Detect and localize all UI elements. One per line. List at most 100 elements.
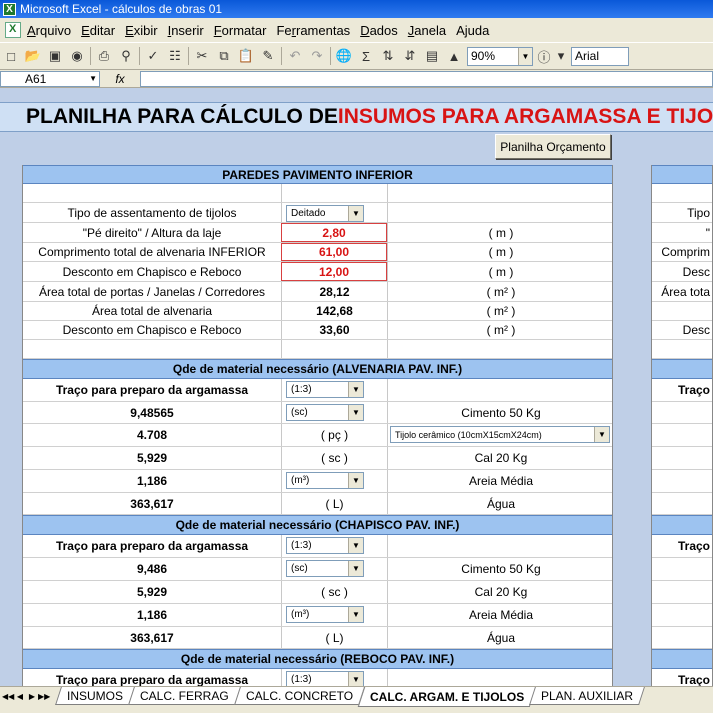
row-label[interactable]: Área total de alvenaria: [23, 302, 281, 320]
row-label[interactable]: Traço: [678, 669, 710, 686]
material-label[interactable]: Água: [387, 627, 614, 648]
tab-insumos[interactable]: INSUMOS: [55, 687, 135, 705]
menu-ferramentas[interactable]: Ferramentas: [276, 23, 358, 38]
menu-formatar[interactable]: Formatar: [214, 23, 275, 38]
row-label[interactable]: Desc: [683, 262, 710, 281]
value-cell[interactable]: 363,617: [23, 493, 281, 514]
material-label[interactable]: Areia Média: [387, 470, 614, 492]
cut-icon[interactable]: ✂: [191, 45, 213, 67]
copy-icon[interactable]: ⧉: [213, 45, 235, 67]
chevron-down-icon[interactable]: ▼: [594, 427, 609, 442]
tab-calc-argam-tijolos[interactable]: CALC. ARGAM. E TIJOLOS: [357, 687, 537, 707]
material-label[interactable]: Cal 20 Kg: [387, 581, 614, 603]
permission-icon[interactable]: ◉: [66, 45, 88, 67]
workbook-icon[interactable]: [5, 22, 21, 38]
unit-cell[interactable]: ( L): [281, 493, 387, 514]
chevron-down-icon[interactable]: ▼: [518, 47, 532, 65]
font-select[interactable]: Arial: [571, 46, 629, 66]
cell[interactable]: [387, 184, 614, 202]
cell[interactable]: (1:3) ▼: [281, 669, 387, 686]
chevron-down-icon[interactable]: ▼: [348, 206, 363, 221]
value-cell[interactable]: 5,929: [23, 447, 281, 469]
tab-calc-concreto[interactable]: CALC. CONCRETO: [233, 687, 365, 705]
prev-sheet-icon[interactable]: ◀: [14, 692, 26, 701]
unit-cell[interactable]: ( m² ): [387, 282, 614, 301]
fx-icon[interactable]: fx: [100, 72, 140, 86]
cell[interactable]: (m³) ▼: [281, 470, 387, 492]
input-cell[interactable]: 12,00: [281, 262, 387, 281]
cell[interactable]: [387, 340, 614, 358]
paste-icon[interactable]: 📋: [235, 45, 257, 67]
next-sheet-icon[interactable]: ▶: [26, 692, 38, 701]
unit-cell[interactable]: ( L): [281, 627, 387, 648]
format-painter-icon[interactable]: ✎: [257, 45, 279, 67]
drawing-icon[interactable]: ▲: [443, 45, 465, 67]
row-label[interactable]: "Pé direito" / Altura da laje: [23, 223, 281, 242]
material-label[interactable]: Areia Média: [387, 604, 614, 626]
cell[interactable]: (sc) ▼: [281, 402, 387, 423]
material-label[interactable]: Água: [387, 493, 614, 514]
print-preview-icon[interactable]: ⚲: [115, 45, 137, 67]
unit-cell[interactable]: ( m ): [387, 243, 614, 261]
cell[interactable]: (m³) ▼: [281, 604, 387, 626]
cell[interactable]: [387, 203, 614, 222]
chevron-down-icon[interactable]: ▼: [348, 382, 363, 397]
input-cell[interactable]: 2,80: [281, 223, 387, 242]
unit-cell[interactable]: ( sc ): [281, 447, 387, 469]
tipo-dropdown[interactable]: Deitado ▼: [286, 205, 364, 222]
menu-janela[interactable]: Janela: [408, 23, 454, 38]
worksheet[interactable]: PLANILHA PARA CÁLCULO DE INSUMOS PARA AR…: [0, 88, 713, 686]
help-icon[interactable]: ⓘ: [533, 45, 555, 67]
cell[interactable]: [281, 184, 387, 202]
chevron-down-icon[interactable]: ▼: [348, 405, 363, 420]
chevron-down-icon[interactable]: ▼: [348, 561, 363, 576]
unit-dropdown[interactable]: (sc) ▼: [286, 404, 364, 421]
planilha-orcamento-button[interactable]: Planilha Orçamento: [495, 134, 611, 159]
cell[interactable]: [387, 535, 614, 557]
print-icon[interactable]: ⎙: [93, 45, 115, 67]
material-label[interactable]: Cal 20 Kg: [387, 447, 614, 469]
row-label[interactable]: Área tota: [661, 282, 710, 301]
menu-editar[interactable]: Editar: [81, 23, 123, 38]
row-label[interactable]: Tipo: [687, 203, 710, 222]
unit-cell[interactable]: ( pç ): [281, 424, 387, 446]
row-label[interactable]: Área total de portas / Janelas / Corredo…: [23, 282, 281, 301]
row-label[interactable]: Traço para preparo da argamassa: [23, 535, 281, 557]
value-cell[interactable]: 363,617: [23, 627, 281, 648]
row-label[interactable]: Comprimento total de alvenaria INFERIOR: [23, 243, 281, 261]
unit-cell[interactable]: ( m² ): [387, 321, 614, 339]
row-label[interactable]: Traço para preparo da argamassa: [23, 379, 281, 401]
research-icon[interactable]: ☷: [164, 45, 186, 67]
value-cell[interactable]: 1,186: [23, 470, 281, 492]
hyperlink-icon[interactable]: 🌐: [333, 45, 355, 67]
unit-dropdown[interactable]: (sc) ▼: [286, 560, 364, 577]
tab-plan-auxiliar[interactable]: PLAN. AUXILIAR: [529, 687, 646, 705]
row-label[interactable]: Desconto em Chapisco e Reboco: [23, 321, 281, 339]
cell[interactable]: [23, 340, 281, 358]
autosum-icon[interactable]: Σ: [355, 45, 377, 67]
undo-icon[interactable]: ↶: [284, 45, 306, 67]
row-label[interactable]: Tipo de assentamento de tijolos: [23, 203, 281, 222]
traco-dropdown[interactable]: (1:3) ▼: [286, 671, 364, 686]
row-label[interactable]: Comprim: [661, 243, 710, 261]
redo-icon[interactable]: ↷: [306, 45, 328, 67]
input-cell[interactable]: 61,00: [281, 243, 387, 261]
formula-input[interactable]: [140, 70, 713, 87]
value-cell[interactable]: 4.708: [23, 424, 281, 446]
unit-cell[interactable]: ( m² ): [387, 302, 614, 320]
first-sheet-icon[interactable]: ◀◀: [2, 692, 14, 701]
sort-ascending-icon[interactable]: ⇅: [377, 45, 399, 67]
sort-descending-icon[interactable]: ⇵: [399, 45, 421, 67]
value-cell[interactable]: 142,68: [281, 302, 387, 320]
value-cell[interactable]: 28,12: [281, 282, 387, 301]
cell[interactable]: [23, 184, 281, 202]
cell[interactable]: Deitado ▼: [281, 203, 387, 222]
toolbar-options-icon[interactable]: ▾: [555, 45, 567, 67]
row-label[interactable]: Desc: [683, 321, 710, 339]
cell[interactable]: [387, 379, 614, 401]
open-icon[interactable]: 📂: [22, 45, 44, 67]
cell[interactable]: (1:3) ▼: [281, 379, 387, 401]
new-icon[interactable]: □: [0, 45, 22, 67]
tijolo-type-dropdown[interactable]: Tijolo cerâmico (10cmX15cmX24cm) ▼: [390, 426, 610, 443]
value-cell[interactable]: 1,186: [23, 604, 281, 626]
